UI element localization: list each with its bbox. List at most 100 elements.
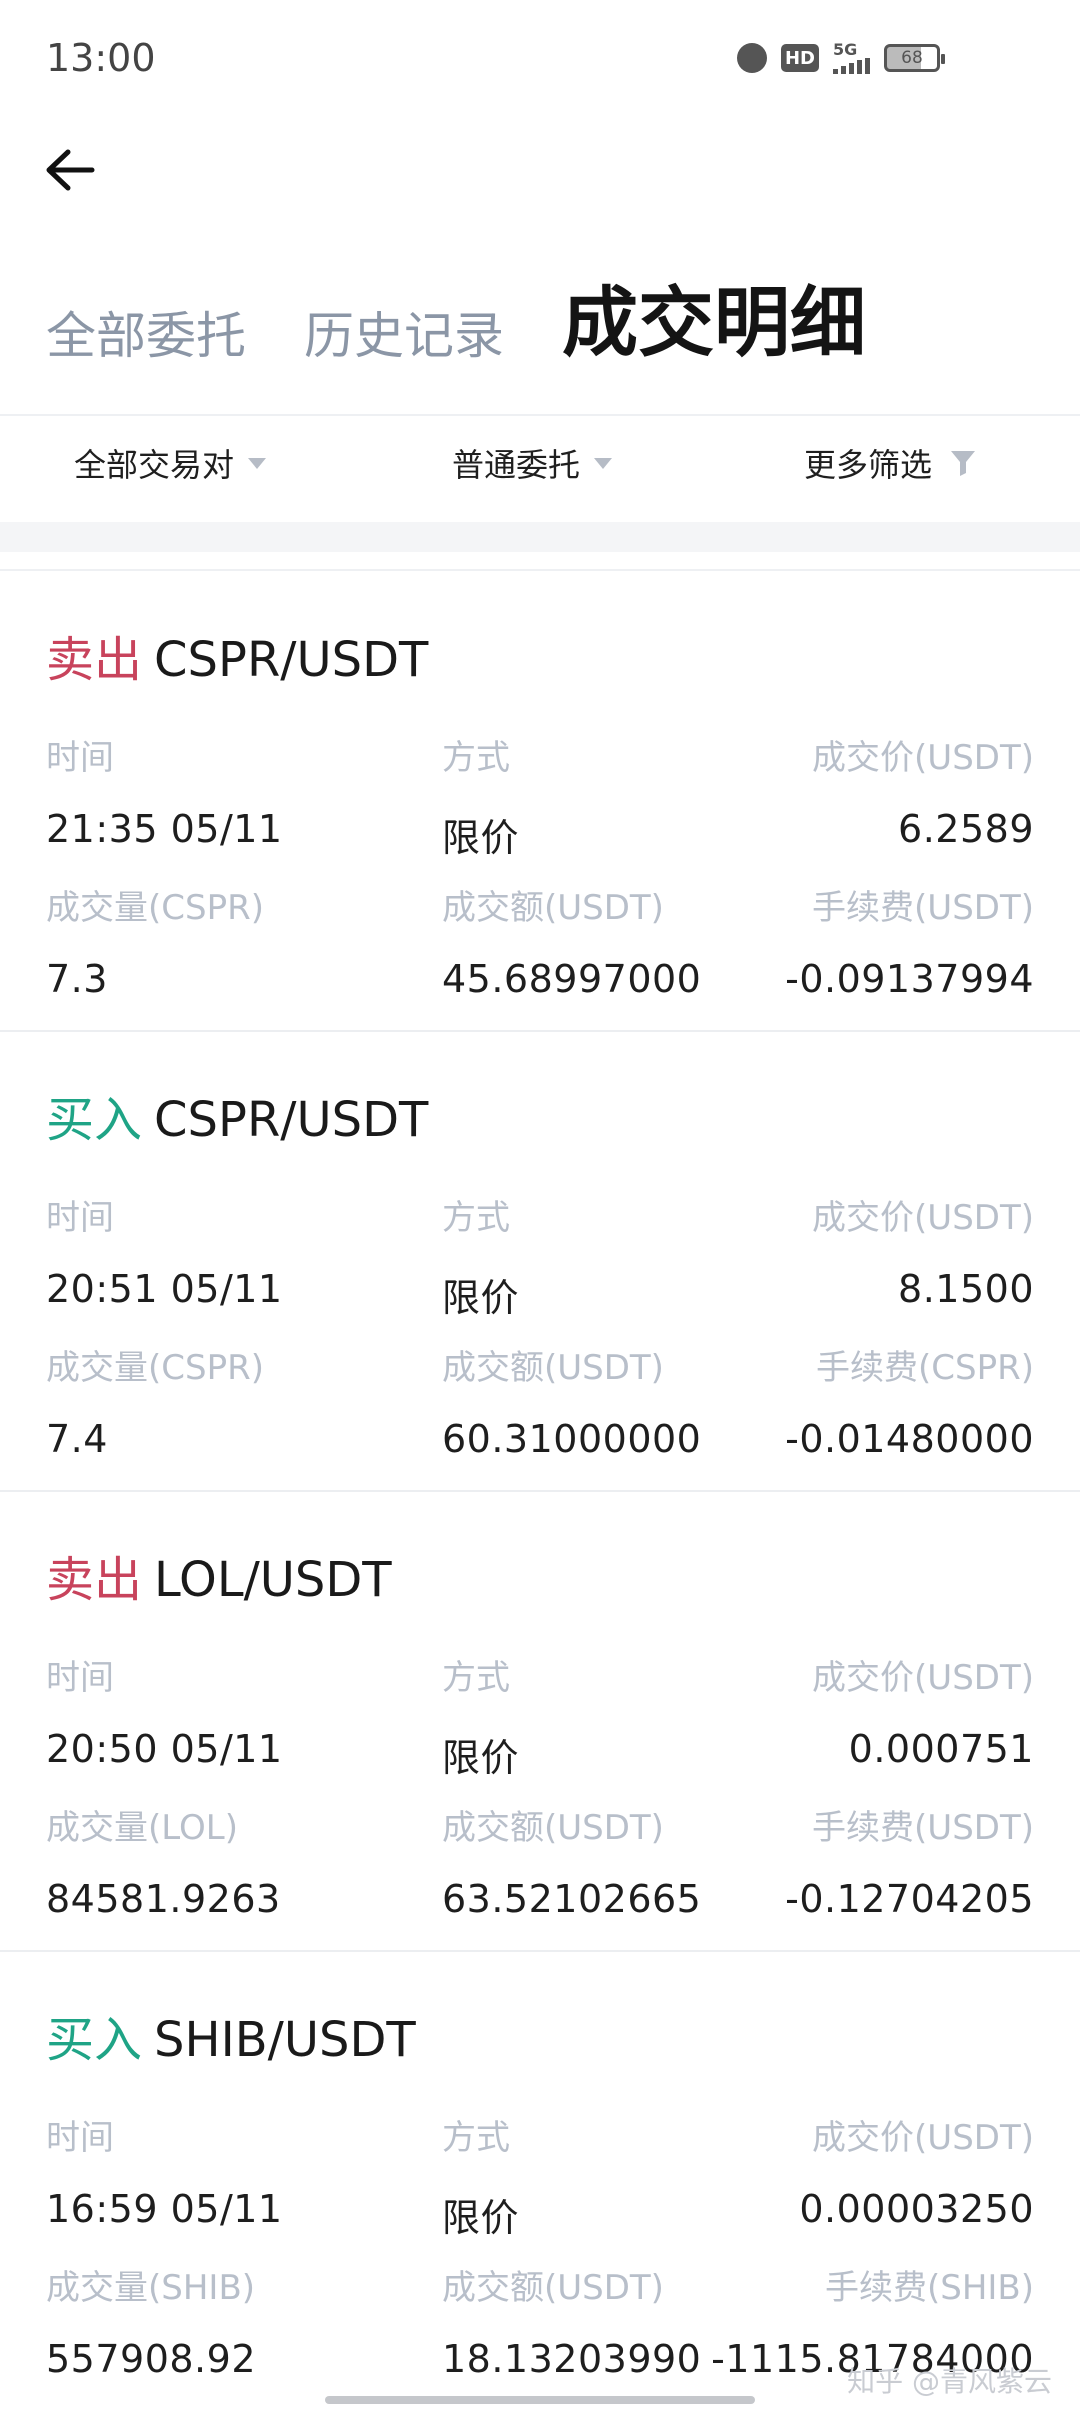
amount-cell: 成交额(USDT) 60.31000000 (442, 1340, 701, 1461)
trade-item[interactable]: 买入 CSPR/USDT 时间 20:51 05/11 方式 限价 成交价(US… (0, 1032, 1080, 1492)
network-type: 5G (833, 40, 858, 59)
qty-cell: 成交量(SHIB) 557908.92 (46, 2260, 256, 2381)
price-label: 成交价(USDT) (812, 2118, 1034, 2158)
price-cell: 成交价(USDT) 0.00003250 (799, 2110, 1034, 2231)
more-filters-button[interactable]: 更多筛选 (804, 440, 976, 486)
trade-pair: CSPR/USDT (154, 1092, 429, 1148)
caret-down-icon (594, 457, 613, 469)
trade-title: 卖出 CSPR/USDT (46, 620, 428, 690)
trade-item[interactable]: 卖出 LOL/USDT 时间 20:50 05/11 方式 限价 成交价(USD… (0, 1492, 1080, 1952)
trade-title: 买入 CSPR/USDT (46, 1080, 428, 1150)
fee-label: 手续费(CSPR) (816, 1348, 1034, 1388)
time-cell: 时间 21:35 05/11 (46, 730, 283, 851)
trade-pair: LOL/USDT (154, 1552, 392, 1608)
time-value: 20:50 05/11 (46, 1727, 283, 1771)
tab-trade-details[interactable]: 成交明细 (562, 285, 866, 361)
amount-value: 18.13203990 (442, 2337, 702, 2381)
amount-label: 成交额(USDT) (442, 1348, 664, 1388)
fee-value: -0.12704205 (785, 1877, 1034, 1921)
time-value: 21:35 05/11 (46, 807, 283, 851)
method-value: 限价 (442, 1276, 520, 1320)
trade-side: 卖出 (46, 632, 143, 688)
price-cell: 成交价(USDT) 6.2589 (812, 730, 1034, 851)
time-cell: 时间 20:51 05/11 (46, 1190, 283, 1311)
qty-cell: 成交量(LOL) 84581.9263 (46, 1800, 281, 1921)
watermark: 知乎 @青风紫云 (847, 2365, 1052, 2398)
trade-side: 卖出 (46, 1552, 143, 1608)
method-label: 方式 (442, 2118, 510, 2158)
trade-pair: SHIB/USDT (154, 2012, 416, 2068)
price-value: 0.000751 (848, 1727, 1034, 1771)
battery-level: 68 (901, 48, 923, 68)
status-icons: HD 5G 68 (736, 42, 945, 74)
fee-cell: 手续费(CSPR) -0.01480000 (785, 1340, 1034, 1461)
tab-history[interactable]: 历史记录 (304, 311, 504, 361)
divider (0, 569, 1080, 571)
price-value: 8.1500 (898, 1267, 1034, 1311)
method-cell: 方式 限价 (442, 1650, 519, 1782)
back-arrow-icon (46, 149, 95, 191)
method-value: 限价 (442, 1736, 520, 1780)
price-cell: 成交价(USDT) 0.000751 (812, 1650, 1034, 1771)
qty-label: 成交量(CSPR) (46, 1348, 264, 1388)
amount-value: 60.31000000 (442, 1417, 702, 1461)
trade-item[interactable]: 买入 SHIB/USDT 时间 16:59 05/11 方式 限价 成交价(US… (0, 1952, 1080, 2412)
divider (0, 414, 1080, 416)
qty-value: 7.4 (46, 1417, 108, 1461)
home-indicator[interactable] (325, 2396, 755, 2404)
qty-cell: 成交量(CSPR) 7.4 (46, 1340, 264, 1461)
filter-pair-dropdown[interactable]: 全部交易对 (74, 440, 267, 486)
fee-cell: 手续费(USDT) -0.09137994 (785, 880, 1034, 1001)
time-value: 20:51 05/11 (46, 1267, 283, 1311)
trade-side: 买入 (46, 1092, 143, 1148)
time-cell: 时间 16:59 05/11 (46, 2110, 283, 2231)
qty-cell: 成交量(CSPR) 7.3 (46, 880, 264, 1001)
qty-label: 成交量(LOL) (46, 1808, 238, 1848)
amount-label: 成交额(USDT) (442, 888, 664, 928)
price-cell: 成交价(USDT) 8.1500 (812, 1190, 1034, 1311)
qty-label: 成交量(CSPR) (46, 888, 264, 928)
fee-cell: 手续费(USDT) -0.12704205 (785, 1800, 1034, 1921)
time-cell: 时间 20:50 05/11 (46, 1650, 283, 1771)
order-tabs: 全部委托 历史记录 成交明细 (46, 285, 866, 362)
amount-cell: 成交额(USDT) 63.52102665 (442, 1800, 701, 1921)
fee-value: -0.01480000 (785, 1417, 1034, 1461)
price-value: 6.2589 (898, 807, 1034, 851)
amount-cell: 成交额(USDT) 18.13203990 (442, 2260, 701, 2381)
amount-label: 成交额(USDT) (442, 2268, 664, 2308)
method-label: 方式 (442, 1198, 510, 1238)
fee-label: 手续费(USDT) (812, 888, 1034, 928)
method-cell: 方式 限价 (442, 1190, 519, 1322)
fee-label: 手续费(USDT) (812, 1808, 1034, 1848)
qty-value: 7.3 (46, 957, 108, 1001)
qty-value: 84581.9263 (46, 1877, 281, 1921)
trade-list: 卖出 CSPR/USDT 时间 21:35 05/11 方式 限价 成交价(US… (0, 572, 1080, 2412)
battery-icon: 68 (884, 44, 945, 72)
method-cell: 方式 限价 (442, 2110, 519, 2242)
filter-pair-label: 全部交易对 (74, 446, 235, 484)
method-cell: 方式 限价 (442, 730, 519, 862)
tab-all-orders[interactable]: 全部委托 (46, 311, 246, 361)
method-label: 方式 (442, 738, 510, 778)
price-value: 0.00003250 (799, 2187, 1034, 2231)
signal-icon: 5G (833, 42, 870, 74)
time-label: 时间 (46, 738, 114, 778)
more-filters-label: 更多筛选 (804, 446, 933, 484)
qty-label: 成交量(SHIB) (46, 2268, 256, 2308)
back-button[interactable] (40, 140, 100, 200)
amount-value: 63.52102665 (442, 1877, 702, 1921)
price-label: 成交价(USDT) (812, 1198, 1034, 1238)
trade-item[interactable]: 卖出 CSPR/USDT 时间 21:35 05/11 方式 限价 成交价(US… (0, 572, 1080, 1032)
section-spacer (0, 522, 1080, 552)
method-value: 限价 (442, 2196, 520, 2240)
method-label: 方式 (442, 1658, 510, 1698)
filter-bar: 全部交易对 普通委托 更多筛选 (0, 440, 1080, 500)
price-label: 成交价(USDT) (812, 1658, 1034, 1698)
amount-value: 45.68997000 (442, 957, 702, 1001)
trade-pair: CSPR/USDT (154, 632, 429, 688)
fee-value: -0.09137994 (785, 957, 1034, 1001)
fee-label: 手续费(SHIB) (824, 2268, 1034, 2308)
trade-side: 买入 (46, 2012, 143, 2068)
filter-order-type-dropdown[interactable]: 普通委托 (452, 440, 613, 486)
time-label: 时间 (46, 1658, 114, 1698)
